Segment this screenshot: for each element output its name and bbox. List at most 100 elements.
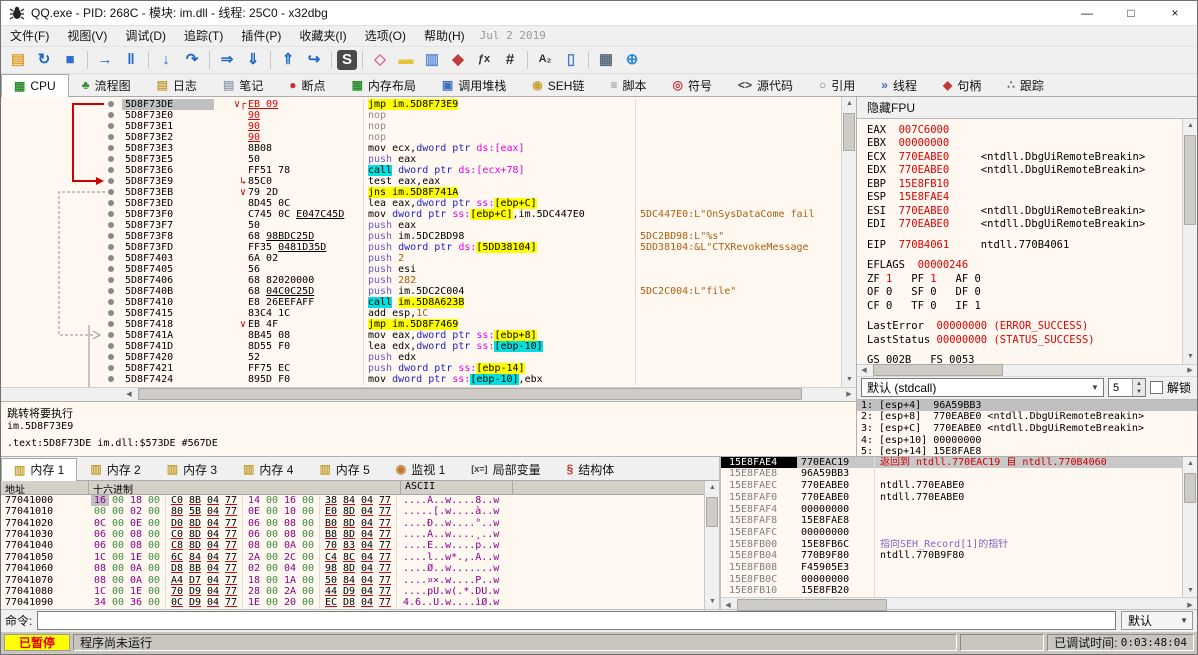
- scroll-up-icon[interactable]: ▲: [842, 97, 856, 111]
- disasm-row[interactable]: 5D8F73F0C745 0C E047C45Dmov dword ptr ss…: [1, 209, 856, 220]
- stack-row[interactable]: 15E8FAF400000000: [721, 504, 1182, 516]
- dump-rows[interactable]: 7704100016001800C08B04771400160038840477…: [1, 495, 704, 609]
- disasm-row[interactable]: 5D8F7424895D F0mov dword ptr ss:[ebp-10]…: [1, 374, 856, 385]
- disasm-row[interactable]: 5D8F73FDFF35 0481D35Dpush dword ptr ds:[…: [1, 242, 856, 253]
- stack-row[interactable]: 15E8FB0015E8FB6C指向SEH_Record[1]的指针: [721, 539, 1182, 551]
- stack-row[interactable]: 15E8FB08F45905E3: [721, 562, 1182, 574]
- menu-item[interactable]: 文件(F): [1, 25, 58, 46]
- tab-threads[interactable]: »线程: [868, 74, 930, 96]
- register-row[interactable]: EIP 770B4061 ntdll.770B4061: [867, 239, 1182, 253]
- memory-row[interactable]: 7704103006000800C08D047706000800B88D0477…: [1, 529, 704, 540]
- tab-locals[interactable]: [x=]局部变量: [458, 458, 553, 480]
- disasm-row[interactable]: 5D8F7410E8 26EEFAFFcall im.5D8A623B: [1, 297, 856, 308]
- scroll-down-icon[interactable]: ▼: [842, 373, 856, 387]
- execute-till-return-icon[interactable]: ⇑: [276, 48, 300, 72]
- arguments-list[interactable]: 1: [esp+4] 96A59BB32: [esp+8] 770EABE0 <…: [857, 399, 1197, 456]
- tab-call-stack[interactable]: ▣调用堆栈: [429, 74, 519, 96]
- command-input[interactable]: [37, 611, 1116, 630]
- stack-rows[interactable]: 15E8FAE4770EAC19返回到 ntdll.770EAC19 自 ntd…: [721, 457, 1182, 597]
- disasm-row[interactable]: 5D8F741A8B45 08mov eax,dword ptr ss:[ebp…: [1, 330, 856, 341]
- register-row[interactable]: CF 0 TF 0 IF 1: [867, 300, 1182, 314]
- tab-trace[interactable]: ∴跟踪: [994, 74, 1057, 96]
- scroll-up-icon[interactable]: ▲: [1183, 457, 1198, 471]
- scroll-down-icon[interactable]: ▼: [705, 595, 720, 609]
- disasm-row[interactable]: 5D8F73E290nop: [1, 132, 856, 143]
- menu-item[interactable]: 插件(P): [232, 25, 290, 46]
- tab-handles[interactable]: ◆句柄: [930, 74, 994, 96]
- step-into-icon[interactable]: ↓: [154, 48, 178, 72]
- hash-icon[interactable]: #: [498, 48, 522, 72]
- spin-down-icon[interactable]: ▼: [1133, 388, 1145, 397]
- disasm-row[interactable]: 5D8F740B68 04C0C25Dpush im.5DC2C0045DC2C…: [1, 286, 856, 297]
- disasm-vscrollbar[interactable]: ▲ ▼: [841, 97, 856, 387]
- register-row[interactable]: EFLAGS 00000246: [867, 259, 1182, 273]
- disasm-row[interactable]: 5D8F742052push edx: [1, 352, 856, 363]
- tab-references[interactable]: ○引用: [806, 74, 868, 96]
- calculator-icon[interactable]: ▦: [594, 48, 618, 72]
- tab-script[interactable]: ≡脚本: [597, 74, 659, 96]
- disasm-row[interactable]: 5D8F73F750push eax: [1, 220, 856, 231]
- settings-icon[interactable]: S: [337, 50, 357, 70]
- register-row[interactable]: LastStatus 00000000 (STATUS_SUCCESS): [867, 334, 1182, 348]
- tab-source[interactable]: <>源代码: [725, 74, 806, 96]
- tab-dump-5[interactable]: ▥内存 5: [306, 458, 382, 480]
- hide-fpu-button[interactable]: 隐藏FPU: [867, 99, 915, 116]
- register-row[interactable]: ESI 770EABE0 <ntdll.DbgUiRemoteBreakin>: [867, 205, 1182, 219]
- internet-icon[interactable]: ⊕: [620, 48, 644, 72]
- register-row[interactable]: ECX 770EABE0 <ntdll.DbgUiRemoteBreakin>: [867, 151, 1182, 165]
- checkbox-box[interactable]: [1150, 381, 1163, 394]
- memory-row[interactable]: 7704107008000A00A4D7047718001A0050840477…: [1, 575, 704, 586]
- disasm-row[interactable]: 5D8F741583C4 1Cadd esp,1C: [1, 308, 856, 319]
- register-row[interactable]: EAX 007C6000: [867, 124, 1182, 138]
- unlock-checkbox[interactable]: 解锁: [1150, 379, 1193, 396]
- disasm-row[interactable]: 5D8F73E090nop: [1, 110, 856, 121]
- tab-dump-4[interactable]: ▥内存 4: [230, 458, 306, 480]
- disasm-row[interactable]: 5D8F74036A 02push 2: [1, 253, 856, 264]
- disasm-hscrollbar[interactable]: ◀ ▶: [1, 387, 856, 401]
- stack-row[interactable]: 15E8FB0C00000000: [721, 574, 1182, 586]
- calling-convention-select[interactable]: 默认 (stdcall) ▼: [861, 378, 1104, 397]
- register-row[interactable]: ZF 1 PF 1 AF 0: [867, 273, 1182, 287]
- register-row[interactable]: ESP 15E8FAE4: [867, 191, 1182, 205]
- dump-vscrollbar[interactable]: ▲ ▼: [704, 481, 719, 609]
- run-icon[interactable]: →: [93, 48, 117, 72]
- scroll-right-icon[interactable]: ▶: [842, 387, 856, 401]
- font-icon[interactable]: A₂: [533, 48, 557, 72]
- command-profile-select[interactable]: 默认 ▼: [1121, 611, 1193, 630]
- tab-dump-3[interactable]: ▥内存 3: [154, 458, 230, 480]
- spin-up-icon[interactable]: ▲: [1133, 379, 1145, 388]
- tab-dump-2[interactable]: ▥内存 2: [77, 458, 153, 480]
- menu-item[interactable]: 调试(D): [116, 25, 175, 46]
- disasm-row[interactable]: 5D8F73E550push eax: [1, 154, 856, 165]
- pause-icon[interactable]: ‖: [119, 48, 143, 72]
- argument-count-stepper[interactable]: 5 ▲▼: [1108, 378, 1146, 397]
- tab-memory-map[interactable]: ▦内存布局: [339, 74, 429, 96]
- stack-row[interactable]: 15E8FB1015E8FB20: [721, 585, 1182, 597]
- restart-icon[interactable]: ↻: [32, 48, 56, 72]
- menu-item[interactable]: 追踪(T): [175, 25, 232, 46]
- labels-icon[interactable]: ▥: [420, 48, 444, 72]
- disasm-row[interactable]: 5D8F73E6FF51 78call dword ptr ds:[ecx+78…: [1, 165, 856, 176]
- tab-graph[interactable]: ♣流程图: [69, 74, 144, 96]
- stack-row[interactable]: 15E8FB04770B9F80ntdll.770B9F80: [721, 550, 1182, 562]
- disasm-row[interactable]: 5D8F740556push esi: [1, 264, 856, 275]
- registers-hscrollbar[interactable]: ◀ ▶: [857, 364, 1197, 376]
- argument-row[interactable]: 2: [esp+8] 770EABE0 <ntdll.DbgUiRemoteBr…: [857, 411, 1197, 423]
- run-to-user-code-icon[interactable]: ⇒: [215, 48, 239, 72]
- tab-struct[interactable]: §结构体: [554, 458, 628, 480]
- step-over-icon[interactable]: ↷: [180, 48, 204, 72]
- scroll-up-icon[interactable]: ▲: [1183, 119, 1198, 133]
- patch-icon[interactable]: ◇: [368, 48, 392, 72]
- tab-cpu[interactable]: ▦CPU: [1, 74, 69, 97]
- bookmarks-icon[interactable]: ◆: [446, 48, 470, 72]
- tab-watch-1[interactable]: ◉监视 1: [383, 458, 459, 480]
- memory-row[interactable]: 7704106008000A00D88B047702000400988D0477…: [1, 563, 704, 574]
- notify-icon[interactable]: ▯: [559, 48, 583, 72]
- comment-icon[interactable]: ▬: [394, 48, 418, 72]
- disasm-row[interactable]: 5D8F740668 82020000push 282: [1, 275, 856, 286]
- register-row[interactable]: EBX 00000000: [867, 137, 1182, 151]
- tab-breakpoints[interactable]: ●断点: [276, 74, 338, 96]
- stack-vscrollbar[interactable]: ▲ ▼: [1182, 457, 1197, 597]
- register-row[interactable]: EDI 770EABE0 <ntdll.DbgUiRemoteBreakin>: [867, 218, 1182, 232]
- maximize-button[interactable]: □: [1109, 1, 1153, 25]
